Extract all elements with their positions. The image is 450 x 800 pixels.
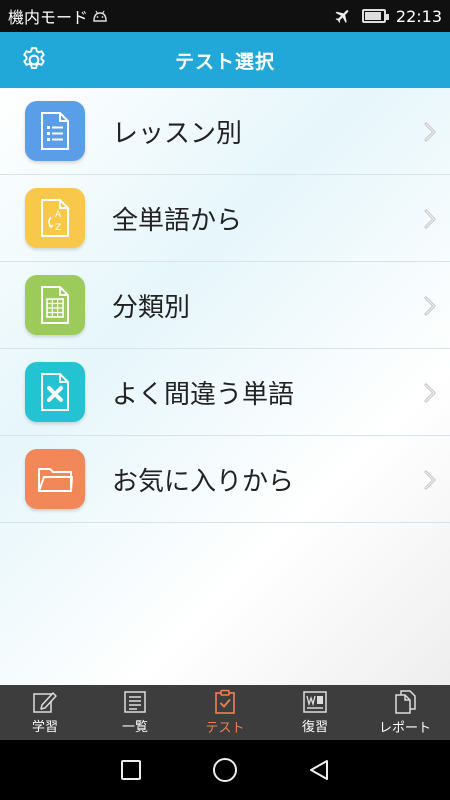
menu-item-favorites[interactable]: お気に入りから — [0, 436, 450, 523]
chevron-right-icon — [424, 209, 436, 229]
menu-item-category[interactable]: 分類別 — [0, 262, 450, 349]
chevron-right-icon — [424, 383, 436, 403]
tab-review[interactable]: 復習 — [270, 685, 360, 740]
tab-label: テスト — [205, 721, 245, 736]
test-menu-list: レッスン別 A Z 全単語から 分類別 よく間違う単語 お気に入りから — [0, 88, 450, 685]
menu-item-lesson[interactable]: レッスン別 — [0, 88, 450, 175]
home-button[interactable] — [212, 757, 238, 783]
tab-list[interactable]: 一覧 — [90, 685, 180, 740]
system-nav-bar — [0, 740, 450, 800]
menu-item-all-words[interactable]: A Z 全単語から — [0, 175, 450, 262]
grid-sheet-icon — [25, 275, 85, 335]
document-list-icon — [25, 101, 85, 161]
svg-text:Z: Z — [55, 223, 61, 233]
chevron-right-icon — [424, 470, 436, 490]
tab-label: 一覧 — [121, 720, 148, 735]
carrier-text: 機内モード — [8, 8, 89, 27]
airplane-icon — [335, 10, 349, 23]
tab-report[interactable]: レポート — [360, 685, 450, 740]
menu-item-label: お気に入りから — [112, 466, 295, 497]
tab-test[interactable]: テスト — [180, 685, 270, 740]
folder-icon — [25, 449, 85, 509]
list-icon — [124, 691, 146, 713]
android-icon — [93, 10, 107, 22]
status-left: 機内モード — [8, 4, 334, 28]
menu-item-label: よく間違う単語 — [112, 379, 295, 410]
back-triangle-icon — [310, 760, 328, 780]
tab-label: 復習 — [301, 720, 328, 735]
back-button[interactable] — [306, 757, 332, 783]
recents-square-icon — [121, 760, 141, 780]
recents-button[interactable] — [118, 757, 144, 783]
svg-text:A: A — [55, 210, 62, 220]
tab-study[interactable]: 学習 — [0, 685, 90, 740]
chevron-right-icon — [424, 296, 436, 316]
chevron-right-icon — [424, 122, 436, 142]
menu-item-frequent-mistakes[interactable]: よく間違う単語 — [0, 349, 450, 436]
tab-label: 学習 — [31, 720, 58, 735]
app-header: テスト選択 — [0, 32, 450, 88]
pencil-edit-icon — [33, 692, 57, 713]
gear-icon — [23, 47, 45, 69]
document-x-icon — [25, 362, 85, 422]
clipboard-check-icon — [215, 689, 235, 714]
review-card-icon — [303, 691, 327, 713]
tab-label: レポート — [378, 721, 431, 736]
clock-text: 22:13 — [395, 6, 442, 26]
menu-item-label: レッスン別 — [112, 118, 243, 149]
a-to-z-icon: A Z — [25, 188, 85, 248]
menu-item-label: 全単語から — [112, 205, 243, 236]
menu-item-label: 分類別 — [112, 292, 191, 323]
status-bar: 機内モード 22:13 — [0, 0, 450, 32]
page-title: テスト選択 — [174, 50, 275, 73]
bottom-tab-bar: 学習 一覧 テスト 復習 レポート — [0, 685, 450, 740]
settings-button[interactable] — [18, 44, 50, 76]
status-right: 22:13 — [334, 7, 442, 26]
battery-icon — [361, 9, 389, 23]
report-pages-icon — [395, 690, 416, 714]
home-circle-icon — [213, 758, 237, 782]
